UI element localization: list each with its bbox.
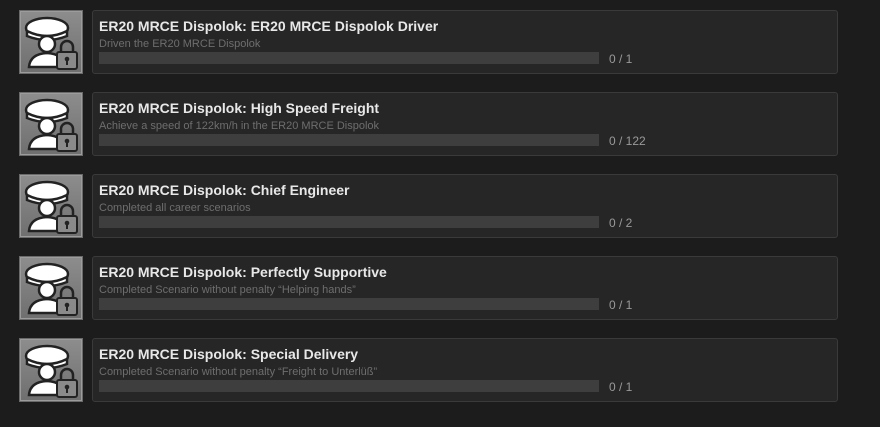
progress-count: 0 / 1 <box>609 52 633 66</box>
achievement-item: ER20 MRCE Dispolok: Perfectly Supportive… <box>0 256 880 324</box>
achievement-description: Completed Scenario without penalty “Help… <box>99 284 356 296</box>
achievement-description: Completed all career scenarios <box>99 202 251 214</box>
achievement-card[interactable]: ER20 MRCE Dispolok: Perfectly Supportive… <box>92 256 838 320</box>
achievement-card[interactable]: ER20 MRCE Dispolok: ER20 MRCE Dispolok D… <box>92 10 838 74</box>
achievement-description: Completed Scenario without penalty “Frei… <box>99 366 378 378</box>
achievement-card[interactable]: ER20 MRCE Dispolok: Chief Engineer Compl… <box>92 174 838 238</box>
achievement-title: ER20 MRCE Dispolok: High Speed Freight <box>99 100 380 116</box>
locked-driver-cap-icon <box>19 338 83 402</box>
progress-bar <box>99 52 599 64</box>
progress-bar <box>99 216 599 228</box>
progress-bar <box>99 380 599 392</box>
locked-driver-cap-icon <box>19 256 83 320</box>
achievement-item: ER20 MRCE Dispolok: ER20 MRCE Dispolok D… <box>0 10 880 78</box>
progress-count: 0 / 1 <box>609 298 633 312</box>
achievement-item: ER20 MRCE Dispolok: Special Delivery Com… <box>0 338 880 406</box>
achievement-title: ER20 MRCE Dispolok: Chief Engineer <box>99 182 350 198</box>
achievement-item: ER20 MRCE Dispolok: High Speed Freight A… <box>0 92 880 160</box>
achievement-description: Driven the ER20 MRCE Dispolok <box>99 38 261 50</box>
achievement-title: ER20 MRCE Dispolok: ER20 MRCE Dispolok D… <box>99 18 439 34</box>
achievement-description: Achieve a speed of 122km/h in the ER20 M… <box>99 120 380 132</box>
achievement-card[interactable]: ER20 MRCE Dispolok: High Speed Freight A… <box>92 92 838 156</box>
progress-count: 0 / 122 <box>609 134 646 148</box>
progress-bar <box>99 134 599 146</box>
achievement-item: ER20 MRCE Dispolok: Chief Engineer Compl… <box>0 174 880 242</box>
achievement-card[interactable]: ER20 MRCE Dispolok: Special Delivery Com… <box>92 338 838 402</box>
achievement-title: ER20 MRCE Dispolok: Perfectly Supportive <box>99 264 387 280</box>
locked-driver-cap-icon <box>19 92 83 156</box>
achievement-title: ER20 MRCE Dispolok: Special Delivery <box>99 346 359 362</box>
progress-bar <box>99 298 599 310</box>
locked-driver-cap-icon <box>19 174 83 238</box>
locked-driver-cap-icon <box>19 10 83 74</box>
progress-count: 0 / 1 <box>609 380 633 394</box>
progress-count: 0 / 2 <box>609 216 633 230</box>
